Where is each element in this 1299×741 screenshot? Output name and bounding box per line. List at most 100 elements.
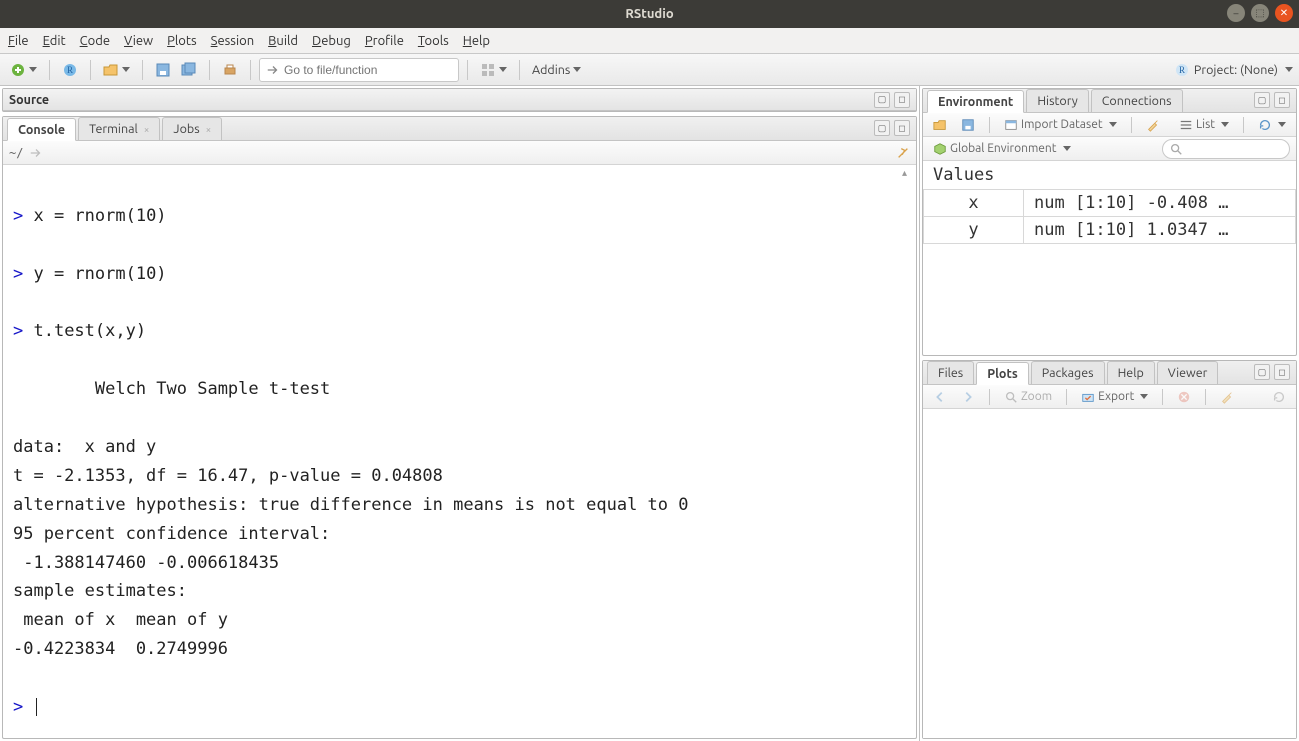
- env-table: xnum [1:10] -0.408 …ynum [1:10] 1.0347 …: [923, 189, 1296, 244]
- env-refresh-button[interactable]: [1254, 115, 1290, 135]
- console-output: > x = rnorm(10) > y = rnorm(10) > t.test…: [3, 165, 916, 730]
- project-selector[interactable]: R Project: (None): [1174, 62, 1293, 78]
- console-maximize-button[interactable]: ◻: [894, 120, 910, 136]
- tab-help[interactable]: Help: [1107, 361, 1155, 384]
- env-scope-selector[interactable]: Global Environment: [929, 139, 1075, 159]
- plot-prev-button[interactable]: [929, 387, 951, 407]
- console-share-icon[interactable]: [29, 146, 43, 160]
- save-all-icon: [181, 62, 197, 78]
- env-row[interactable]: xnum [1:10] -0.408 …: [924, 190, 1296, 217]
- window-minimize-button[interactable]: –: [1227, 4, 1245, 22]
- import-icon: [1004, 118, 1018, 132]
- plot-refresh-button[interactable]: [1268, 387, 1290, 407]
- console-body[interactable]: ▴ > x = rnorm(10) > y = rnorm(10) > t.te…: [3, 165, 916, 738]
- env-save-button[interactable]: [957, 115, 979, 135]
- menu-code[interactable]: Code: [80, 34, 110, 48]
- print-button[interactable]: [218, 58, 242, 82]
- goto-file-function[interactable]: [259, 58, 459, 82]
- window-title: RStudio: [8, 7, 1291, 21]
- grid-button[interactable]: [476, 58, 511, 82]
- env-var-name: x: [924, 190, 1024, 217]
- plots-maximize-button[interactable]: ◻: [1274, 364, 1290, 380]
- plots-toolbar: Zoom Export: [923, 385, 1296, 409]
- env-search-input[interactable]: [1183, 142, 1283, 156]
- project-label: Project: (None): [1194, 63, 1278, 77]
- tab-environment[interactable]: Environment: [927, 90, 1024, 113]
- tab-history[interactable]: History: [1026, 89, 1088, 112]
- search-icon: [1169, 142, 1183, 156]
- menu-file[interactable]: File: [8, 34, 29, 48]
- env-var-desc: num [1:10] 1.0347 …: [1024, 217, 1296, 244]
- env-scope-bar: Global Environment: [923, 137, 1296, 161]
- tab-files[interactable]: Files: [927, 361, 974, 384]
- new-project-button[interactable]: R: [58, 58, 82, 82]
- source-maximize-button[interactable]: ◻: [894, 92, 910, 108]
- source-pane-title: Source: [9, 93, 874, 107]
- menu-tools[interactable]: Tools: [418, 34, 449, 48]
- window-maximize-button[interactable]: ⬚: [1251, 4, 1269, 22]
- refresh-icon: [1272, 390, 1286, 404]
- broom-icon: [1146, 118, 1160, 132]
- env-search[interactable]: [1162, 139, 1290, 159]
- open-folder-icon: [103, 62, 119, 78]
- menu-session[interactable]: Session: [211, 34, 254, 48]
- env-list-button[interactable]: List: [1175, 115, 1233, 135]
- plot-zoom-button[interactable]: Zoom: [1000, 387, 1056, 407]
- new-file-icon: [10, 62, 26, 78]
- save-all-button[interactable]: [177, 58, 201, 82]
- tab-viewer[interactable]: Viewer: [1157, 361, 1219, 384]
- menu-view[interactable]: View: [124, 34, 153, 48]
- new-project-icon: R: [62, 62, 78, 78]
- close-icon[interactable]: ×: [144, 124, 150, 135]
- plot-remove-button[interactable]: [1173, 387, 1195, 407]
- tab-plots[interactable]: Plots: [976, 362, 1029, 385]
- window-close-button[interactable]: ✕: [1275, 4, 1293, 22]
- export-icon: [1081, 390, 1095, 404]
- new-file-button[interactable]: [6, 58, 41, 82]
- menu-debug[interactable]: Debug: [312, 34, 351, 48]
- import-dataset-button[interactable]: Import Dataset: [1000, 115, 1121, 135]
- addins-button[interactable]: Addins: [528, 58, 585, 82]
- zoom-icon: [1004, 390, 1018, 404]
- refresh-icon: [1258, 118, 1272, 132]
- open-folder-icon: [933, 118, 947, 132]
- tab-jobs[interactable]: Jobs×: [162, 117, 222, 140]
- clear-console-icon[interactable]: [896, 146, 910, 160]
- main-toolbar: R Addins R: [0, 54, 1299, 86]
- plots-minimize-button[interactable]: ▢: [1254, 364, 1270, 380]
- env-minimize-button[interactable]: ▢: [1254, 92, 1270, 108]
- menu-plots[interactable]: Plots: [167, 34, 197, 48]
- goto-file-input[interactable]: [284, 63, 452, 77]
- plot-next-button[interactable]: [957, 387, 979, 407]
- menu-edit[interactable]: Edit: [43, 34, 66, 48]
- list-icon: [1179, 118, 1193, 132]
- console-tabbar: Console Terminal× Jobs× ▢ ◻: [3, 117, 916, 141]
- tab-packages[interactable]: Packages: [1031, 361, 1105, 384]
- broom-icon: [1220, 390, 1234, 404]
- console-pane: Console Terminal× Jobs× ▢ ◻ ~/ ▴ > x = r…: [2, 116, 917, 739]
- open-file-button[interactable]: [99, 58, 134, 82]
- cube-icon: [933, 142, 947, 156]
- menu-build[interactable]: Build: [268, 34, 298, 48]
- print-icon: [222, 62, 238, 78]
- plot-clear-button[interactable]: [1216, 387, 1238, 407]
- menu-profile[interactable]: Profile: [365, 34, 404, 48]
- tab-terminal[interactable]: Terminal×: [78, 117, 160, 140]
- clear-env-button[interactable]: [1142, 115, 1164, 135]
- save-button[interactable]: [151, 58, 175, 82]
- tab-connections[interactable]: Connections: [1091, 89, 1183, 112]
- window-titlebar: RStudio – ⬚ ✕: [0, 0, 1299, 28]
- console-minimize-button[interactable]: ▢: [874, 120, 890, 136]
- plots-pane: Files Plots Packages Help Viewer ▢ ◻ Zoo…: [922, 360, 1297, 739]
- close-icon[interactable]: ×: [206, 124, 212, 135]
- env-row[interactable]: ynum [1:10] 1.0347 …: [924, 217, 1296, 244]
- menu-help[interactable]: Help: [463, 34, 490, 48]
- plot-export-button[interactable]: Export: [1077, 387, 1152, 407]
- env-open-button[interactable]: [929, 115, 951, 135]
- addins-label: Addins: [532, 63, 570, 77]
- save-icon: [961, 118, 975, 132]
- tab-console[interactable]: Console: [7, 118, 76, 141]
- source-restore-button[interactable]: ▢: [874, 92, 890, 108]
- environment-pane: Environment History Connections ▢ ◻ Impo…: [922, 88, 1297, 356]
- env-maximize-button[interactable]: ◻: [1274, 92, 1290, 108]
